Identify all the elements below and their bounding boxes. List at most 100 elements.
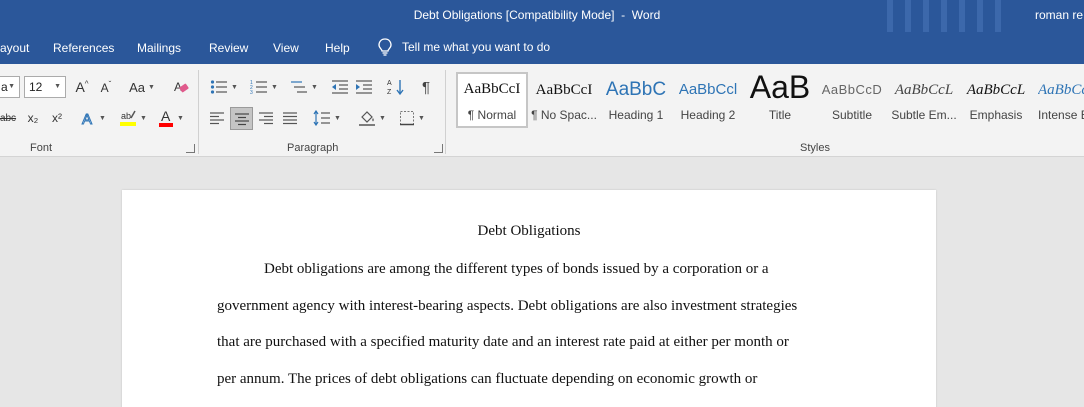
chevron-down-icon: ▼ — [418, 114, 425, 122]
style-preview: AaBbCcI — [463, 81, 521, 97]
chevron-down-icon: ▼ — [54, 83, 61, 90]
align-right-icon — [259, 112, 273, 125]
lightbulb-icon — [378, 38, 392, 56]
borders-button[interactable]: ▼ — [394, 107, 430, 129]
svg-text:3: 3 — [250, 90, 253, 95]
document-canvas: Debt Obligations Debt obligations are am… — [0, 157, 1084, 407]
ribbon-tabs: ayout References Mailings Review View He… — [0, 32, 1084, 64]
line-spacing-icon — [313, 110, 331, 126]
align-left-icon — [210, 112, 224, 125]
pilcrow-icon: ¶ — [421, 78, 431, 96]
tell-me-box[interactable]: Tell me what you want to do — [378, 38, 550, 56]
style-intense-emphasis[interactable]: AaBbCc Intense E — [1032, 72, 1084, 128]
shrink-font-button[interactable]: Aˇ — [96, 77, 116, 97]
increase-indent-button[interactable] — [354, 76, 374, 98]
bullets-icon — [210, 80, 228, 94]
style-name: Subtitle — [831, 108, 873, 122]
strikethrough-button[interactable]: abc — [0, 108, 18, 128]
subscript-label: x₂ — [27, 111, 39, 125]
style-heading-2[interactable]: AaBbCcl Heading 2 — [672, 72, 744, 128]
tab-review[interactable]: Review — [209, 41, 248, 55]
shrink-font-icon: Aˇ — [100, 79, 112, 95]
font-size-combobox[interactable]: 12 ▼ — [24, 76, 66, 98]
justify-icon — [283, 112, 297, 125]
change-case-label: Aa — [129, 79, 145, 95]
paragraph-dialog-launcher[interactable] — [434, 144, 443, 153]
group-separator — [198, 70, 199, 154]
paragraph-line: that are purchased with a specified matu… — [217, 334, 789, 350]
align-center-icon — [234, 112, 249, 125]
multilevel-list-icon — [291, 81, 308, 93]
style-preview: AaBbCcL — [894, 82, 954, 98]
chevron-down-icon: ▼ — [379, 114, 386, 122]
style-name: Intense E — [1038, 108, 1084, 122]
font-name-combobox[interactable]: a ▼ — [0, 76, 20, 98]
chevron-down-icon: ▼ — [334, 114, 341, 122]
style-normal[interactable]: AaBbCcI ¶ Normal — [456, 72, 528, 128]
clear-formatting-button[interactable]: A — [170, 77, 192, 97]
style-subtitle[interactable]: AaBbCcD Subtitle — [816, 72, 888, 128]
svg-text:A: A — [82, 111, 92, 127]
style-subtle-emphasis[interactable]: AaBbCcL Subtle Em... — [888, 72, 960, 128]
superscript-button[interactable]: x² — [47, 108, 67, 128]
chevron-down-icon: ▼ — [99, 114, 106, 122]
show-formatting-button[interactable]: ¶ — [416, 76, 436, 98]
eraser-icon: A — [174, 80, 189, 94]
svg-text:Z: Z — [387, 89, 392, 96]
tab-mailings[interactable]: Mailings — [137, 41, 181, 55]
style-emphasis[interactable]: AaBbCcL Emphasis — [960, 72, 1032, 128]
tab-help[interactable]: Help — [325, 41, 350, 55]
tell-me-label: Tell me what you want to do — [402, 40, 551, 54]
style-preview: AaBbCcD — [821, 82, 883, 97]
font-color-button[interactable]: A ▼ — [154, 107, 188, 129]
titlebar-decoration — [887, 0, 1001, 32]
style-preview: AaBbC — [605, 79, 667, 100]
styles-group-label: Styles — [800, 142, 830, 154]
chevron-down-icon: ▼ — [8, 83, 15, 90]
bullets-button[interactable]: ▼ — [206, 76, 242, 98]
numbering-icon: 1 2 3 — [250, 80, 268, 95]
justify-button[interactable] — [280, 107, 300, 129]
text-highlight-button[interactable]: ab ▼ — [116, 107, 150, 129]
change-case-button[interactable]: Aa ▼ — [124, 77, 160, 97]
shading-button[interactable]: ▼ — [354, 107, 390, 129]
text-effects-button[interactable]: A ▼ — [78, 107, 108, 129]
style-preview: AaBbCc — [1038, 82, 1084, 98]
tab-layout[interactable]: ayout — [0, 41, 29, 55]
font-color-icon: A — [159, 108, 174, 127]
svg-text:ab: ab — [121, 111, 131, 121]
sort-button[interactable]: A Z — [386, 76, 406, 98]
multilevel-list-button[interactable]: ▼ — [286, 76, 322, 98]
align-center-button[interactable] — [230, 107, 253, 130]
style-name: Emphasis — [969, 108, 1023, 122]
ribbon: a ▼ 12 ▼ A^ Aˇ Aa ▼ A abc x₂ x² A ▼ ab ▼… — [0, 64, 1084, 157]
superscript-label: x² — [52, 111, 62, 125]
document-page[interactable]: Debt Obligations Debt obligations are am… — [122, 190, 936, 407]
increase-indent-icon — [356, 80, 372, 94]
text-effects-icon: A — [82, 111, 93, 128]
style-title[interactable]: AaB Title — [744, 72, 816, 128]
style-no-spacing[interactable]: AaBbCcI ¶ No Spac... — [528, 72, 600, 128]
font-name-value: a — [1, 80, 8, 94]
group-separator — [445, 70, 446, 154]
user-name[interactable]: roman re — [1035, 8, 1083, 22]
paragraph-line: government agency with interest-bearing … — [217, 298, 798, 314]
line-spacing-button[interactable]: ▼ — [310, 107, 344, 129]
align-left-button[interactable] — [207, 107, 227, 129]
paragraph-line: per annum. The prices of debt obligation… — [217, 371, 758, 387]
style-preview: AaBbCcI — [535, 82, 593, 98]
style-name: ¶ No Spac... — [531, 108, 597, 122]
style-name: Subtle Em... — [891, 108, 957, 122]
font-dialog-launcher[interactable] — [186, 144, 195, 153]
paint-bucket-icon — [359, 111, 376, 126]
numbering-button[interactable]: 1 2 3 ▼ — [246, 76, 282, 98]
style-name: Heading 2 — [680, 108, 736, 122]
subscript-button[interactable]: x₂ — [23, 108, 43, 128]
decrease-indent-button[interactable] — [330, 76, 350, 98]
grow-font-button[interactable]: A^ — [72, 77, 92, 97]
align-right-button[interactable] — [256, 107, 276, 129]
style-heading-1[interactable]: AaBbC Heading 1 — [600, 72, 672, 128]
tab-references[interactable]: References — [53, 41, 114, 55]
chevron-down-icon: ▼ — [271, 83, 278, 91]
tab-view[interactable]: View — [273, 41, 299, 55]
